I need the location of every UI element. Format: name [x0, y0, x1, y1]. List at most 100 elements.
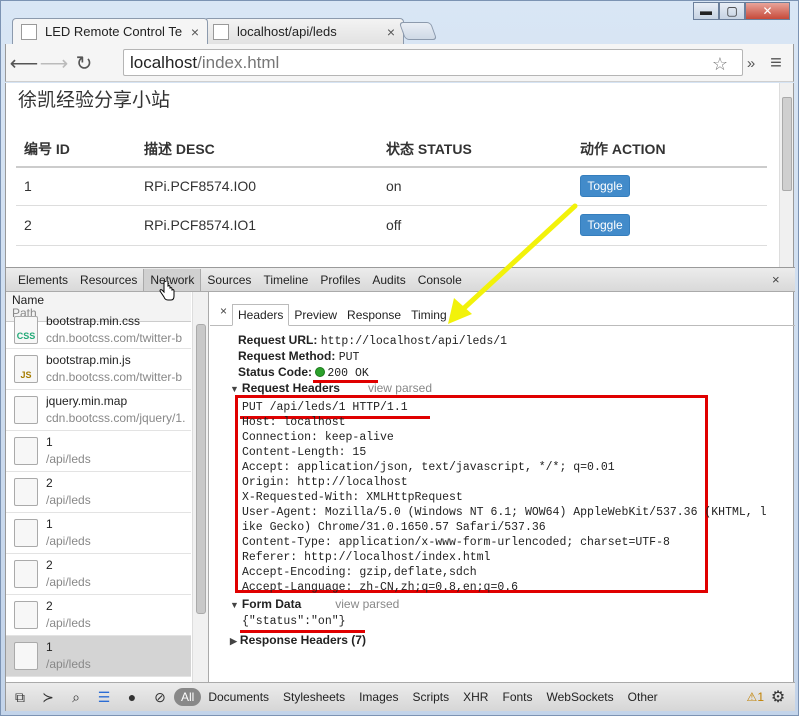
form-data-section-toggle[interactable]: ▼ Form Data view parsed — [230, 597, 399, 611]
request-path: /api/leds — [46, 452, 91, 466]
request-header-line: Accept: application/json, text/javascrip… — [242, 461, 615, 474]
led-status-cell: on — [386, 178, 402, 194]
devtools-tab-audits[interactable]: Audits — [366, 269, 411, 291]
filter-all[interactable]: All — [174, 688, 202, 706]
document-file-icon — [14, 601, 38, 629]
settings-gear-icon[interactable]: ⚙ — [767, 686, 789, 708]
devtools-tab-elements[interactable]: Elements — [12, 269, 74, 291]
request-header-line: Content-Length: 15 — [242, 446, 367, 459]
devtools-panel: Elements Resources Network Sources Timel… — [5, 267, 795, 711]
network-request-row[interactable]: CSS bootstrap.min.css cdn.bootcss.com/twi… — [6, 312, 191, 349]
request-header-line: Connection: keep-alive — [242, 431, 394, 444]
forward-button[interactable]: ⟶ — [40, 51, 69, 75]
request-name: jquery.min.map — [46, 394, 128, 408]
devtools-tab-sources[interactable]: Sources — [201, 269, 257, 291]
tab-close-icon[interactable]: × — [387, 24, 395, 40]
tab-close-icon[interactable]: × — [191, 24, 199, 40]
page-scrollbar[interactable] — [779, 83, 793, 267]
extensions-overflow-button[interactable]: » — [739, 51, 763, 75]
request-name: 1 — [46, 435, 53, 449]
network-request-row[interactable]: 1/api/leds — [6, 431, 191, 472]
response-headers-section-toggle[interactable]: ▶ Response Headers (7) — [230, 633, 366, 647]
console-drawer-icon[interactable]: ≻ — [37, 686, 59, 708]
tab-api-leds[interactable]: localhost/api/leds × — [204, 18, 404, 44]
filter-xhr[interactable]: XHR — [456, 688, 495, 706]
minimize-button[interactable]: ▬ — [693, 2, 719, 20]
network-request-row[interactable]: jquery.min.map cdn.bootcss.com/jquery/1. — [6, 390, 191, 431]
filter-images[interactable]: Images — [352, 688, 405, 706]
toggle-button[interactable]: Toggle — [580, 214, 630, 236]
back-button[interactable]: ⟵ — [10, 51, 39, 75]
detail-tab-headers[interactable]: Headers — [232, 304, 290, 326]
network-request-row[interactable]: 2/api/leds — [6, 554, 191, 595]
bookmark-star-button[interactable]: ☆ — [708, 52, 732, 76]
table-header-divider — [16, 166, 767, 168]
url-path: /index.html — [197, 52, 280, 72]
led-id-cell: 2 — [24, 217, 32, 233]
request-detail-pane: Headers Preview Response Timing × Reques… — [210, 292, 795, 682]
network-request-row[interactable]: JS bootstrap.min.js cdn.bootcss.com/twitt… — [6, 349, 191, 390]
request-path: /api/leds — [46, 493, 91, 507]
css-file-icon: CSS — [14, 316, 38, 344]
toggle-button[interactable]: Toggle — [580, 175, 630, 197]
detail-tab-preview[interactable]: Preview — [289, 305, 342, 325]
dock-toggle-icon[interactable]: ⧉ — [9, 686, 31, 708]
network-request-row[interactable]: 2/api/leds — [6, 595, 191, 636]
clear-icon[interactable]: ⊘ — [149, 686, 171, 708]
devtools-tab-resources[interactable]: Resources — [74, 269, 143, 291]
filter-websockets[interactable]: WebSockets — [540, 688, 621, 706]
column-header-status: 状态 STATUS — [386, 141, 472, 157]
hand-cursor-icon — [159, 281, 175, 301]
devtools-tab-timeline[interactable]: Timeline — [257, 269, 314, 291]
request-headers-section-toggle[interactable]: ▼ Request Headers view parsed — [230, 381, 432, 395]
filter-scripts[interactable]: Scripts — [405, 688, 456, 706]
maximize-button[interactable]: ▢ — [719, 2, 745, 20]
filter-documents[interactable]: Documents — [201, 688, 276, 706]
request-url-value: http://localhost/api/leds/1 — [320, 335, 508, 348]
devtools-close-icon[interactable]: × — [772, 272, 780, 287]
request-name: 2 — [46, 476, 53, 490]
filter-fonts[interactable]: Fonts — [495, 688, 539, 706]
large-rows-icon[interactable]: ☰ — [93, 686, 115, 708]
document-file-icon — [14, 560, 38, 588]
search-icon[interactable]: ⌕ — [65, 686, 87, 708]
network-request-row[interactable]: 2/api/leds — [6, 472, 191, 513]
filter-stylesheets[interactable]: Stylesheets — [276, 688, 352, 706]
detail-tab-response[interactable]: Response — [342, 305, 406, 325]
star-icon: ☆ — [711, 53, 729, 74]
minimize-icon: ▬ — [700, 4, 712, 18]
page-favicon-icon — [213, 23, 229, 40]
devtools-tab-console[interactable]: Console — [412, 269, 468, 291]
close-window-button[interactable]: ✕ — [745, 2, 790, 20]
detail-close-icon[interactable]: × — [220, 304, 227, 318]
network-request-row-selected[interactable]: 1/api/leds — [6, 636, 191, 677]
warning-count: 1 — [757, 690, 764, 704]
site-title: 徐凯经验分享小站 — [18, 90, 171, 111]
tab-led-remote-control[interactable]: LED Remote Control Te × — [12, 18, 208, 44]
chrome-menu-button[interactable]: ≡ — [764, 51, 788, 75]
new-tab-button[interactable] — [398, 22, 438, 40]
status-ok-dot-icon — [315, 367, 326, 377]
warnings-counter[interactable]: ⚠1 — [747, 690, 764, 704]
view-parsed-link[interactable]: view parsed — [335, 597, 399, 611]
address-bar[interactable]: localhost/index.html — [123, 49, 743, 76]
network-request-row[interactable]: 1/api/leds — [6, 513, 191, 554]
request-path: /api/leds — [46, 616, 91, 630]
request-path: cdn.bootcss.com/jquery/1. — [46, 411, 186, 425]
devtools-tab-profiles[interactable]: Profiles — [314, 269, 366, 291]
request-list-scrollbar-thumb[interactable] — [196, 324, 206, 614]
request-list-scrollbar[interactable] — [192, 292, 208, 682]
request-header-line: Accept-Encoding: gzip,deflate,sdch — [242, 566, 477, 579]
request-header-line: Referer: http://localhost/index.html — [242, 551, 491, 564]
detail-tab-timing[interactable]: Timing — [406, 305, 452, 325]
reload-button[interactable]: ↻ — [72, 51, 96, 75]
record-icon[interactable]: ● — [121, 686, 143, 708]
request-method-line: Request Method: PUT — [238, 349, 359, 364]
tab-title: localhost/api/leds — [237, 24, 337, 39]
page-scrollbar-thumb[interactable] — [782, 97, 792, 191]
request-header-line: X-Requested-With: XMLHttpRequest — [242, 491, 463, 504]
filter-other[interactable]: Other — [621, 688, 665, 706]
network-filter-bar: ⧉ ≻ ⌕ ☰ ● ⊘ All Documents Stylesheets Im… — [6, 682, 795, 711]
column-header-desc: 描述 DESC — [144, 141, 215, 157]
view-parsed-link[interactable]: view parsed — [368, 381, 432, 395]
